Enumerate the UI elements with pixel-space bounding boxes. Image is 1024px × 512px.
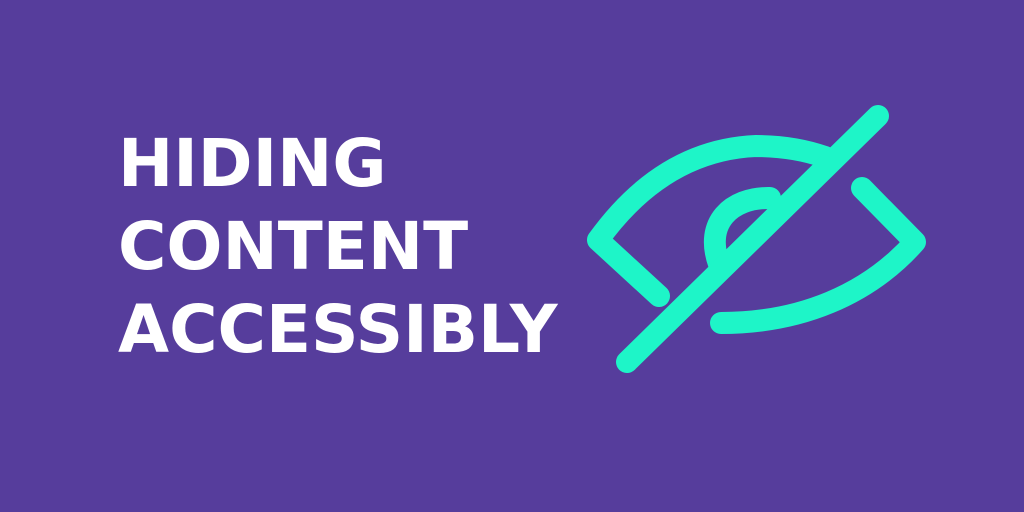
- banner: HIDING CONTENT ACCESSIBLY: [0, 0, 1024, 512]
- title-line-1: HIDING: [118, 125, 387, 202]
- title-line-2: CONTENT: [118, 208, 469, 285]
- banner-title: HIDING CONTENT ACCESSIBLY: [118, 122, 558, 371]
- title-line-3: ACCESSIBLY: [118, 291, 558, 368]
- eye-slash-icon: [587, 105, 926, 373]
